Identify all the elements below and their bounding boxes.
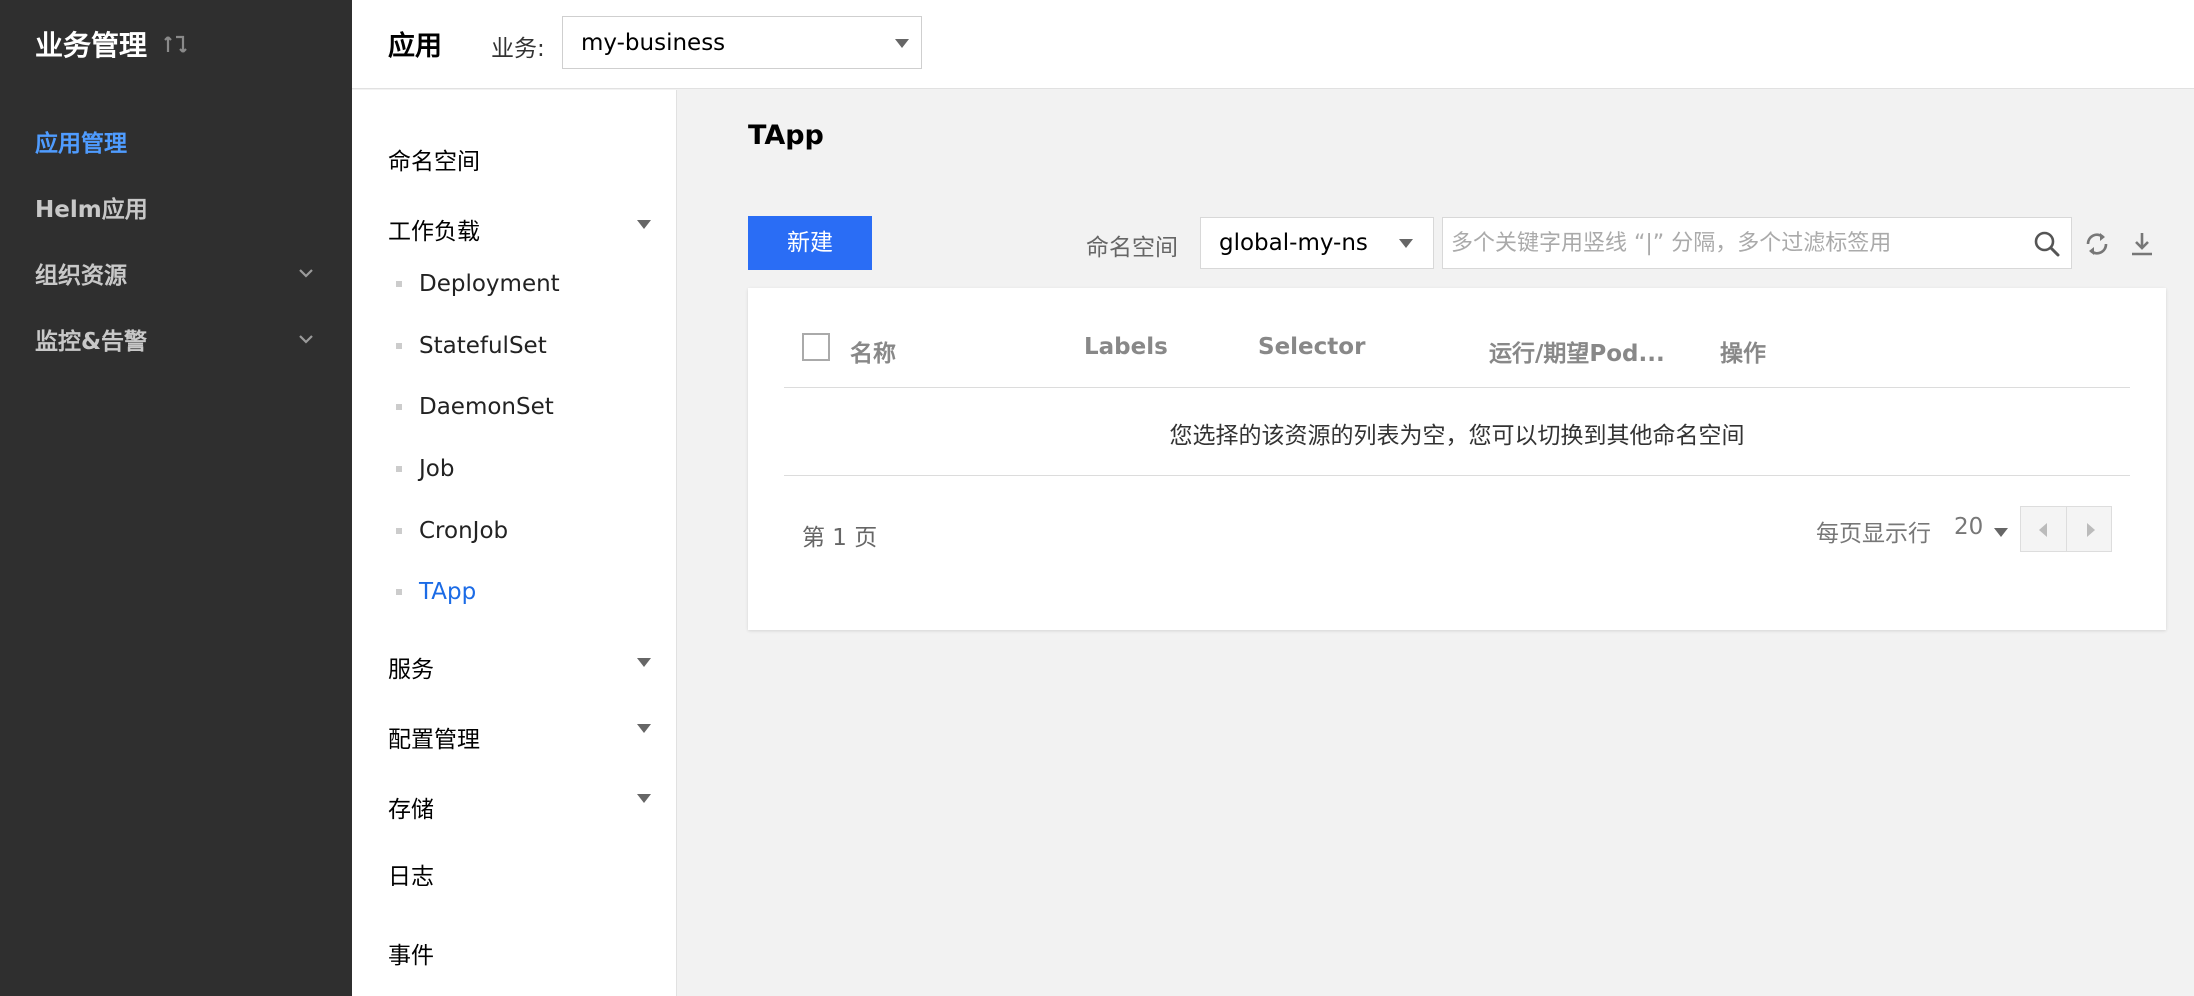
business-label: 业务: [491, 36, 545, 62]
empty-state-row: 您选择的该资源的列表为空，您可以切换到其他命名空间 [784, 388, 2130, 476]
sidebar-item-monitoring[interactable]: 监控&告警 [35, 322, 315, 356]
nav-item-events[interactable]: 事件 [388, 936, 434, 970]
caret-down-icon [895, 39, 909, 48]
nav-subitem-job[interactable]: Job [396, 456, 454, 482]
business-select-value: my-business [581, 30, 726, 56]
prev-page-button[interactable] [2021, 507, 2066, 551]
bullet-icon [396, 343, 402, 349]
table-header: 名称 Labels Selector 运行/期望Pod... 操作 [784, 330, 2130, 388]
column-header-actions: 操作 [1720, 341, 1766, 367]
nav-item-label: 服务 [388, 657, 434, 683]
next-page-button[interactable] [2065, 507, 2111, 551]
bullet-icon [396, 404, 402, 410]
nav-item-namespace[interactable]: 命名空间 [388, 142, 480, 176]
top-bar: 应用 业务: my-business [352, 0, 2194, 89]
sidebar-item-label: Helm应用 [35, 197, 148, 223]
column-header-pods: 运行/期望Pod... [1489, 341, 1665, 367]
page-info: 第 1 页 [802, 525, 878, 551]
nav-item-label: 工作负载 [388, 219, 480, 245]
refresh-icon[interactable] [2083, 230, 2111, 258]
column-header-selector: Selector [1258, 334, 1366, 360]
nav-subitem-daemonset[interactable]: DaemonSet [396, 394, 554, 420]
chevron-down-icon [299, 269, 313, 278]
nav-subitem-cronjob[interactable]: CronJob [396, 518, 508, 544]
caret-down-icon[interactable] [637, 658, 651, 667]
sidebar-header: 业务管理 [35, 24, 189, 64]
bullet-icon [396, 466, 402, 472]
sidebar-item-label: 组织资源 [35, 263, 127, 289]
page-size-select[interactable]: 20 [1954, 514, 2008, 540]
caret-down-icon [1399, 239, 1413, 248]
sidebar-item-app-management[interactable]: 应用管理 [35, 124, 315, 158]
nav-item-service[interactable]: 服务 [388, 650, 434, 684]
caret-down-icon[interactable] [637, 794, 651, 803]
empty-message: 您选择的该资源的列表为空，您可以切换到其他命名空间 [1169, 423, 1745, 449]
switch-icon[interactable] [163, 31, 189, 57]
column-header-name: 名称 [850, 341, 896, 367]
chevron-down-icon [299, 335, 313, 344]
nav-item-label: 存储 [388, 797, 434, 823]
nav-subitem-label: TApp [419, 579, 477, 605]
sidebar-title: 业务管理 [35, 29, 148, 62]
page-title: TApp [748, 120, 824, 151]
nav-item-logs[interactable]: 日志 [388, 857, 434, 891]
namespace-label: 命名空间 [1086, 235, 1178, 261]
nav-subitem-label: CronJob [419, 518, 509, 544]
caret-down-icon[interactable] [637, 724, 651, 733]
page-section-title: 应用 [388, 31, 442, 62]
page-size-label: 每页显示行 [1816, 521, 1931, 547]
sidebar-item-label: 监控&告警 [35, 329, 148, 355]
caret-down-icon[interactable] [637, 220, 651, 229]
search-icon[interactable] [2033, 230, 2061, 258]
sidebar-item-label: 应用管理 [35, 131, 127, 157]
search-box [1442, 217, 2072, 269]
nav-subitem-statefulset[interactable]: StatefulSet [396, 333, 547, 359]
namespace-select[interactable]: global-my-ns [1200, 217, 1434, 269]
chevron-left-icon [2039, 523, 2047, 537]
nav-item-storage[interactable]: 存储 [388, 790, 434, 824]
pagination-controls [2020, 506, 2112, 552]
page-size-value: 20 [1954, 514, 1984, 540]
nav-subitem-label: Deployment [419, 271, 560, 297]
bullet-icon [396, 281, 402, 287]
resource-table-card: 名称 Labels Selector 运行/期望Pod... 操作 您选择的该资… [748, 288, 2166, 630]
bullet-icon [396, 589, 402, 595]
nav-subitem-label: Job [419, 456, 455, 482]
nav-item-config[interactable]: 配置管理 [388, 720, 480, 754]
nav-subitem-deployment[interactable]: Deployment [396, 271, 560, 297]
sidebar-item-org-resources[interactable]: 组织资源 [35, 256, 315, 290]
caret-down-icon [1994, 528, 2008, 537]
select-all-checkbox[interactable] [802, 333, 830, 361]
nav-item-workload[interactable]: 工作负载 [388, 212, 480, 246]
nav-item-label: 配置管理 [388, 727, 480, 753]
bullet-icon [396, 528, 402, 534]
download-icon[interactable] [2128, 230, 2156, 258]
search-input[interactable] [1451, 218, 2021, 268]
sidebar: 业务管理 应用管理 Helm应用 组织资源 监控&告警 [0, 0, 352, 996]
chevron-right-icon [2086, 523, 2095, 537]
new-button[interactable]: 新建 [748, 216, 872, 270]
business-select[interactable]: my-business [562, 16, 922, 69]
nav-subitem-tapp[interactable]: TApp [396, 579, 476, 605]
nav-subitem-label: DaemonSet [419, 394, 554, 420]
nav-subitem-label: StatefulSet [419, 333, 547, 359]
namespace-select-value: global-my-ns [1219, 230, 1368, 256]
sidebar-item-helm[interactable]: Helm应用 [35, 190, 315, 224]
secondary-nav: 命名空间 工作负载 Deployment StatefulSet DaemonS… [352, 90, 677, 996]
column-header-labels: Labels [1084, 334, 1168, 360]
